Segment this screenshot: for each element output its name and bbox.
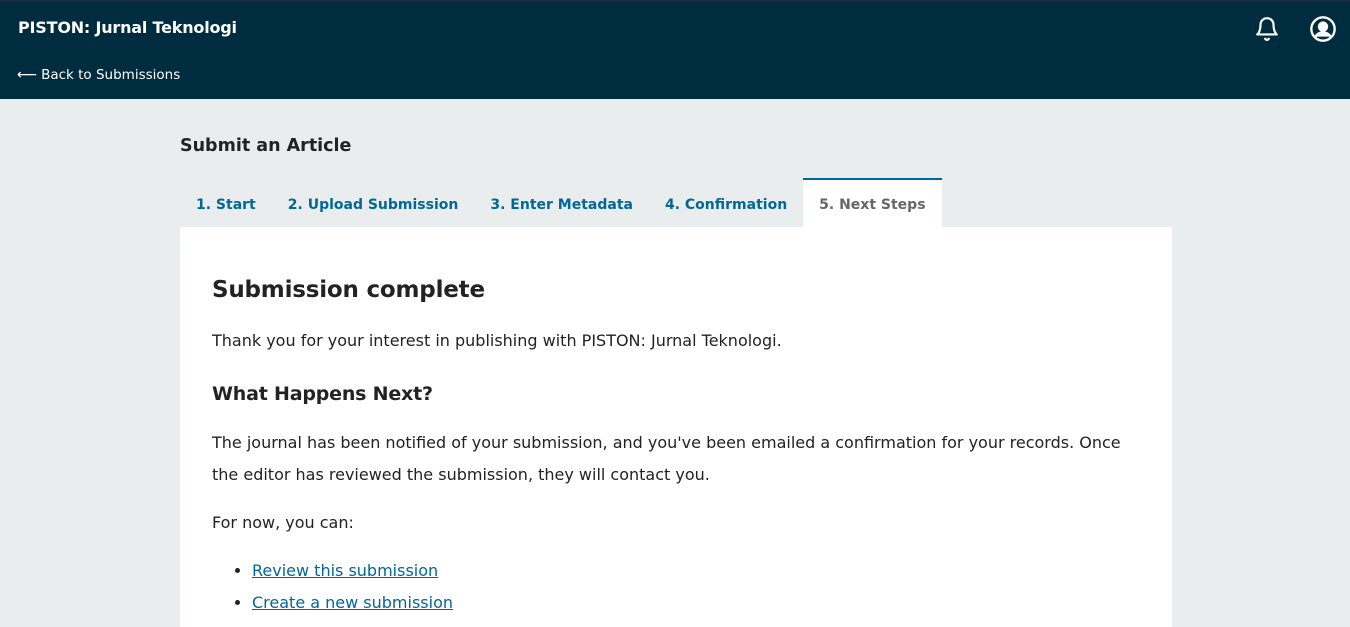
review-submission-link[interactable]: Review this submission [252,561,438,580]
submission-complete-heading: Submission complete [212,277,485,303]
tab-enter-metadata[interactable]: 3. Enter Metadata [474,178,649,227]
thank-you-text: Thank you for your interest in publishin… [212,331,782,350]
bell-icon [1256,17,1278,41]
what-happens-next-heading: What Happens Next? [212,383,433,405]
next-steps-text: The journal has been notified of your su… [212,433,1121,484]
create-new-submission-link[interactable]: Create a new submission [252,593,453,612]
next-steps-panel: Submission complete Thank you for your i… [180,227,1172,627]
user-circle-icon [1310,16,1336,42]
tab-upload-submission[interactable]: 2. Upload Submission [272,178,475,227]
tab-next-steps[interactable]: 5. Next Steps [803,178,942,227]
site-title[interactable]: PISTON: Jurnal Teknologi [18,18,237,37]
for-now-text: For now, you can: [212,513,354,532]
tab-confirmation[interactable]: 4. Confirmation [649,178,803,227]
tab-start[interactable]: 1. Start [180,178,272,227]
user-menu-button[interactable] [1309,15,1337,43]
back-to-submissions-link[interactable]: ⟵ Back to Submissions [17,67,180,83]
submission-steps-tabs: 1. Start 2. Upload Submission 3. Enter M… [180,178,942,227]
top-bar: PISTON: Jurnal Teknologi ⟵ Back to Submi… [0,0,1350,99]
back-link-label: Back to Submissions [41,67,181,83]
action-links-list: Review this submission Create a new subm… [212,555,1140,619]
list-item: Create a new submission [252,587,1140,619]
list-item: Review this submission [252,555,1140,587]
back-arrow-icon: ⟵ [17,67,38,83]
page-title: Submit an Article [180,136,352,156]
notifications-button[interactable] [1253,15,1281,43]
